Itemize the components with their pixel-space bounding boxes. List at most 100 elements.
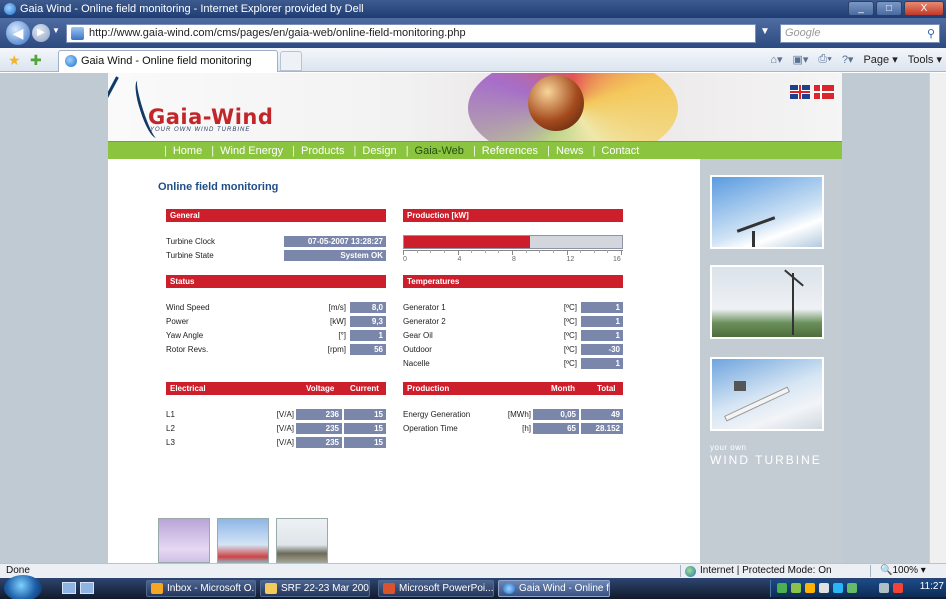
- uk-flag-icon[interactable]: [790, 85, 810, 99]
- electrical-heading: Electrical: [170, 384, 206, 393]
- quick-launch: [62, 582, 94, 594]
- scale-tick: [580, 250, 582, 253]
- voltage-value: 235: [296, 423, 342, 434]
- row-label: Turbine State: [166, 251, 214, 260]
- history-dropdown[interactable]: ▼: [52, 26, 60, 35]
- status-header: Status: [166, 275, 386, 288]
- turbine-photo-1: [710, 175, 824, 249]
- window-title: Gaia Wind - Online field monitoring - In…: [20, 3, 364, 15]
- taskbar-item-ie[interactable]: Gaia Wind - Online f...: [498, 580, 610, 597]
- row-unit: [rpm]: [327, 345, 346, 354]
- taskbar-item-label: Microsoft PowerPoi...: [399, 583, 494, 594]
- zoom-level[interactable]: 🔍100% ▾: [880, 564, 926, 578]
- site-logo[interactable]: Gaia-Wind: [148, 105, 273, 129]
- favorites-star-icon[interactable]: ★: [8, 52, 21, 69]
- temperature-row: Generator 2 [ºC] 1: [403, 316, 623, 328]
- taskbar-item-folder[interactable]: SRF 22-23 Mar 2007: [260, 580, 370, 597]
- nav-gaia-web[interactable]: Gaia-Web: [415, 145, 464, 157]
- nav-wind-energy[interactable]: Wind Energy: [220, 145, 283, 157]
- forward-button[interactable]: ▶: [32, 24, 50, 42]
- nav-home[interactable]: Home: [173, 145, 202, 157]
- tray-volume-icon[interactable]: [893, 583, 903, 593]
- nav-news[interactable]: News: [556, 145, 584, 157]
- feeds-icon[interactable]: ▣▾: [792, 53, 808, 66]
- security-zone[interactable]: Internet | Protected Mode: On: [685, 564, 832, 578]
- row-label: Yaw Angle: [166, 331, 204, 340]
- tray-app-icon[interactable]: [819, 583, 829, 593]
- tray-network-icon[interactable]: [777, 583, 787, 593]
- temperature-row: Generator 1 [ºC] 1: [403, 302, 623, 314]
- show-desktop-icon[interactable]: [62, 582, 76, 594]
- taskbar-item-powerpoint[interactable]: Microsoft PowerPoi...: [378, 580, 494, 597]
- vertical-scrollbar[interactable]: [929, 73, 946, 563]
- current-value: 15: [344, 423, 386, 434]
- thumbnail-1[interactable]: [158, 518, 210, 563]
- row-label: Generator 2: [403, 317, 446, 326]
- tray-sync-icon[interactable]: [847, 583, 857, 593]
- back-button[interactable]: ◀: [6, 21, 30, 45]
- status-bar: Done Internet | Protected Mode: On 🔍100%…: [0, 563, 946, 578]
- electrical-row: L3 [V/A] 235 15: [166, 437, 386, 449]
- row-value: 8,0: [350, 302, 386, 313]
- close-button[interactable]: X: [904, 1, 944, 16]
- url-input[interactable]: http://www.gaia-wind.com/cms/pages/en/ga…: [66, 24, 756, 43]
- tab-gaia-wind[interactable]: Gaia Wind - Online field monitoring: [58, 50, 278, 72]
- nav-design[interactable]: Design: [362, 145, 396, 157]
- tray-update-icon[interactable]: [805, 583, 815, 593]
- thumbnail-3[interactable]: [276, 518, 328, 563]
- print-icon[interactable]: ⎙▾: [818, 53, 831, 66]
- taskbar-item-label: SRF 22-23 Mar 2007: [281, 583, 370, 594]
- row-label: Power: [166, 317, 189, 326]
- row-value: 1: [350, 330, 386, 341]
- row-unit: [MWh]: [507, 410, 531, 419]
- turbine-logo-mast: [108, 76, 119, 141]
- help-icon[interactable]: ?▾: [842, 53, 854, 66]
- row-value: -30: [581, 344, 623, 355]
- scale-label: 4: [457, 256, 462, 263]
- minimize-button[interactable]: _: [848, 1, 874, 16]
- month-value: 0,05: [533, 409, 579, 420]
- nav-products[interactable]: Products: [301, 145, 344, 157]
- current-value: 15: [344, 437, 386, 448]
- denmark-flag-icon[interactable]: [814, 85, 834, 99]
- zoom-text: 100%: [892, 565, 919, 576]
- production-gauge: [403, 235, 623, 249]
- scale-tick: [443, 250, 445, 253]
- taskbar-item-outlook[interactable]: Inbox - Microsoft O...: [146, 580, 256, 597]
- production-col-total: Total: [597, 384, 616, 393]
- url-tools: ▼: [760, 26, 770, 37]
- row-label: Wind Speed: [166, 303, 210, 312]
- new-tab-button[interactable]: [280, 51, 302, 71]
- current-value: 15: [344, 409, 386, 420]
- globe-icon: [685, 566, 696, 577]
- thumbnail-2[interactable]: [217, 518, 269, 563]
- search-icon[interactable]: ⚲: [927, 26, 935, 43]
- row-unit: [h]: [522, 424, 531, 433]
- tray-messenger-icon[interactable]: [833, 583, 843, 593]
- start-button[interactable]: [4, 575, 42, 599]
- row-label: Gear Oil: [403, 331, 433, 340]
- page-menu[interactable]: Page ▾: [863, 53, 897, 66]
- maximize-button[interactable]: □: [876, 1, 902, 16]
- add-favorite-icon[interactable]: ✚: [30, 52, 42, 69]
- page-icon: [71, 27, 84, 40]
- month-value: 65: [533, 423, 579, 434]
- nav-contact[interactable]: Contact: [601, 145, 639, 157]
- url-dropdown-icon[interactable]: ▼: [760, 26, 770, 37]
- row-value: 1: [581, 358, 623, 369]
- production-gauge-fill: [404, 236, 531, 248]
- status-row: Rotor Revs. [rpm] 56: [166, 344, 386, 356]
- nav-references[interactable]: References: [482, 145, 538, 157]
- production-col-month: Month: [551, 384, 575, 393]
- home-icon[interactable]: ⌂▾: [770, 53, 782, 66]
- tools-menu[interactable]: Tools ▾: [908, 53, 942, 66]
- search-input[interactable]: Google ⚲: [780, 24, 940, 43]
- production-row: Operation Time [h] 65 28.152: [403, 423, 623, 435]
- production-header: Production Month Total: [403, 382, 623, 395]
- outlook-icon: [151, 583, 163, 594]
- scale-tick: [593, 250, 595, 253]
- scale-tick: [525, 250, 527, 253]
- tray-battery-icon[interactable]: [879, 583, 889, 593]
- tray-security-icon[interactable]: [791, 583, 801, 593]
- switch-windows-icon[interactable]: [80, 582, 94, 594]
